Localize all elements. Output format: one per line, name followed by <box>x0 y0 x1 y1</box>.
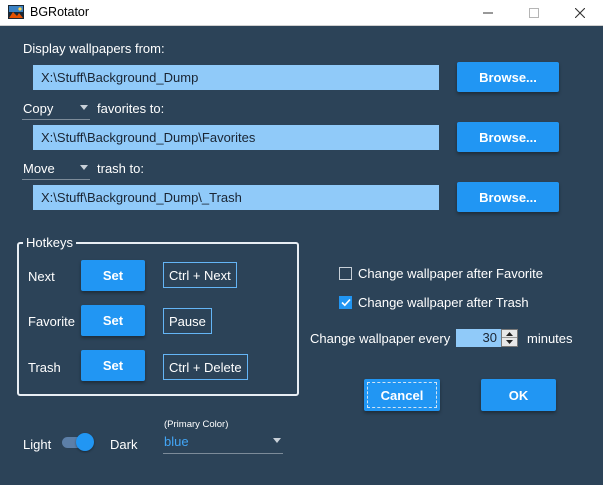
interval-stepper[interactable] <box>501 329 518 347</box>
hotkey-favorite-label: Favorite <box>28 314 75 329</box>
favorites-mode-select[interactable]: Copy <box>22 98 90 120</box>
theme-toggle-thumb[interactable] <box>76 433 94 451</box>
stepper-up-button[interactable] <box>502 330 517 338</box>
close-icon <box>575 8 585 18</box>
trash-label: trash to: <box>97 161 144 176</box>
hotkey-trash-label: Trash <box>28 360 61 375</box>
chevron-down-icon <box>273 438 281 443</box>
maximize-icon <box>529 8 539 18</box>
chevron-down-icon <box>80 105 88 110</box>
favorites-label: favorites to: <box>97 101 165 116</box>
after-favorite-label: Change wallpaper after Favorite <box>358 266 543 281</box>
display-label: Display wallpapers from: <box>23 41 165 56</box>
trash-mode-value: Move <box>23 161 55 176</box>
primary-color-select[interactable]: blue <box>163 432 283 454</box>
interval-label: Change wallpaper every <box>310 331 451 346</box>
cancel-button[interactable]: Cancel <box>364 379 440 411</box>
trash-path-input[interactable] <box>33 185 439 210</box>
ok-button[interactable]: OK <box>481 379 556 411</box>
after-trash-label: Change wallpaper after Trash <box>358 295 529 310</box>
hotkey-favorite-value: Pause <box>163 308 212 334</box>
hotkey-next-value: Ctrl + Next <box>163 262 237 288</box>
hotkey-favorite-set-button[interactable]: Set <box>81 305 145 336</box>
after-trash-checkbox[interactable] <box>339 296 352 309</box>
stepper-down-button[interactable] <box>502 338 517 346</box>
caret-up-icon <box>506 331 513 336</box>
interval-input[interactable]: 30 <box>456 329 501 347</box>
favorites-mode-value: Copy <box>23 101 54 116</box>
app-icon <box>8 5 24 19</box>
theme-light-label: Light <box>23 437 52 452</box>
hotkeys-title: Hotkeys <box>23 235 76 250</box>
chevron-down-icon <box>80 165 88 170</box>
interval-unit: minutes <box>527 331 573 346</box>
close-button[interactable] <box>557 0 603 26</box>
favorites-browse-button[interactable]: Browse... <box>457 122 559 152</box>
after-favorite-checkbox[interactable] <box>339 267 352 280</box>
primary-color-value: blue <box>164 434 189 449</box>
minimize-icon <box>483 12 493 14</box>
hotkey-next-set-button[interactable]: Set <box>81 260 145 291</box>
favorites-path-input[interactable] <box>33 125 439 150</box>
window-title: BGRotator <box>30 5 90 19</box>
hotkey-trash-set-button[interactable]: Set <box>81 350 145 381</box>
minimize-button[interactable] <box>465 0 511 26</box>
primary-color-label: (Primary Color) <box>164 419 229 430</box>
trash-browse-button[interactable]: Browse... <box>457 182 559 212</box>
display-path-input[interactable] <box>33 65 439 90</box>
caret-down-icon <box>506 340 513 344</box>
display-browse-button[interactable]: Browse... <box>457 62 559 92</box>
maximize-button[interactable] <box>511 0 557 26</box>
trash-mode-select[interactable]: Move <box>22 158 90 180</box>
checkmark-icon <box>340 298 351 307</box>
theme-dark-label: Dark <box>110 437 138 452</box>
hotkey-trash-value: Ctrl + Delete <box>163 354 248 380</box>
hotkey-next-label: Next <box>28 269 55 284</box>
